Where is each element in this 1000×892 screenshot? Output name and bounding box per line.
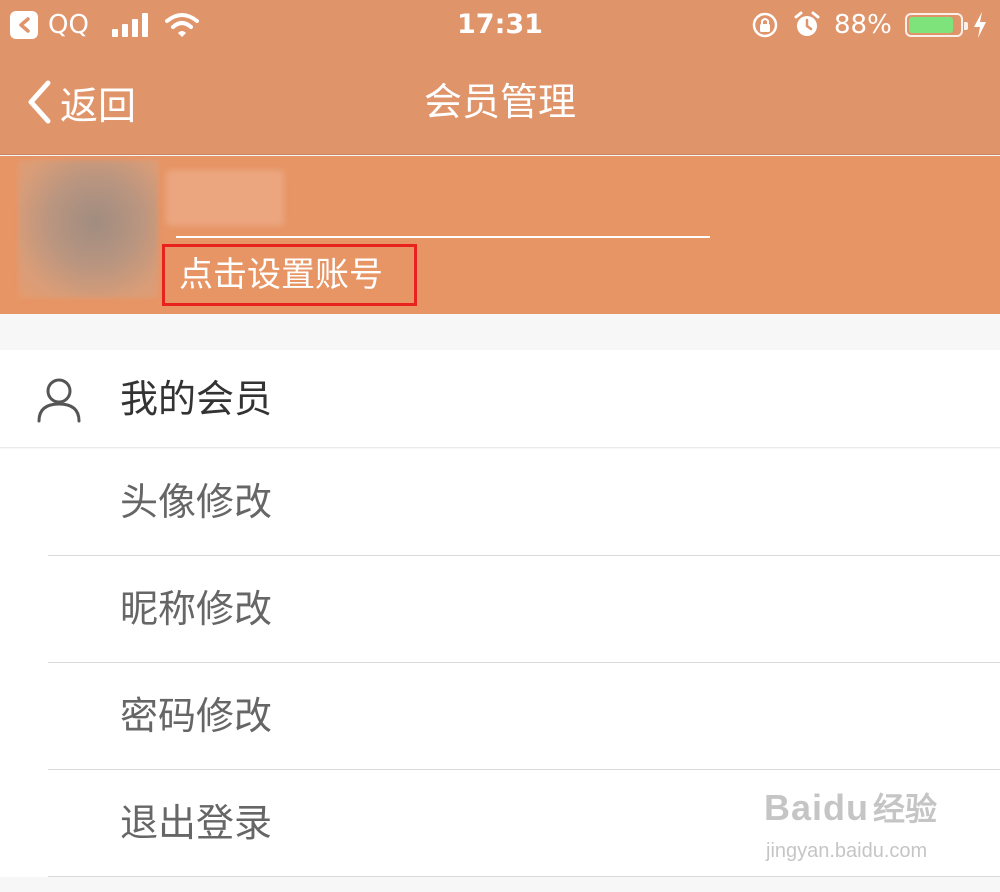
username-blurred [166, 170, 284, 226]
avatar[interactable] [18, 160, 158, 298]
rotation-lock-icon [752, 12, 778, 38]
navigation-bar: 返回 会员管理 [0, 50, 1000, 155]
battery-level-fill [909, 17, 953, 33]
menu-item-label: 退出登录 [120, 801, 273, 845]
menu-item-nickname-edit[interactable]: 昵称修改 [0, 556, 1000, 663]
profile-header: 点击设置账号 [0, 156, 1000, 314]
watermark-suffix: 经验 [873, 790, 938, 828]
set-account-link[interactable]: 点击设置账号 [162, 244, 417, 306]
battery-percent: 88% [834, 10, 892, 40]
page-title: 会员管理 [423, 80, 576, 124]
battery-icon [905, 13, 968, 37]
watermark-url: jingyan.baidu.com [766, 840, 928, 862]
my-membership-label: 我的会员 [120, 377, 273, 421]
divider [176, 236, 710, 238]
status-bar: QQ 17:31 88% [0, 0, 1000, 50]
menu-item-label: 昵称修改 [120, 587, 273, 631]
menu-item-label: 密码修改 [120, 694, 273, 738]
user-icon [37, 378, 81, 423]
menu-item-avatar-edit[interactable]: 头像修改 [0, 449, 1000, 556]
divider [48, 876, 1000, 877]
charging-bolt-icon [974, 12, 986, 38]
menu-item-password-edit[interactable]: 密码修改 [0, 663, 1000, 770]
my-membership-row[interactable]: 我的会员 [0, 350, 1000, 448]
baidu-jingyan-watermark: Baidu 经验 jingyan.baidu.com [764, 784, 938, 862]
alarm-icon [794, 11, 820, 36]
menu-item-label: 头像修改 [120, 480, 273, 524]
watermark-brand: Baidu [764, 787, 870, 828]
